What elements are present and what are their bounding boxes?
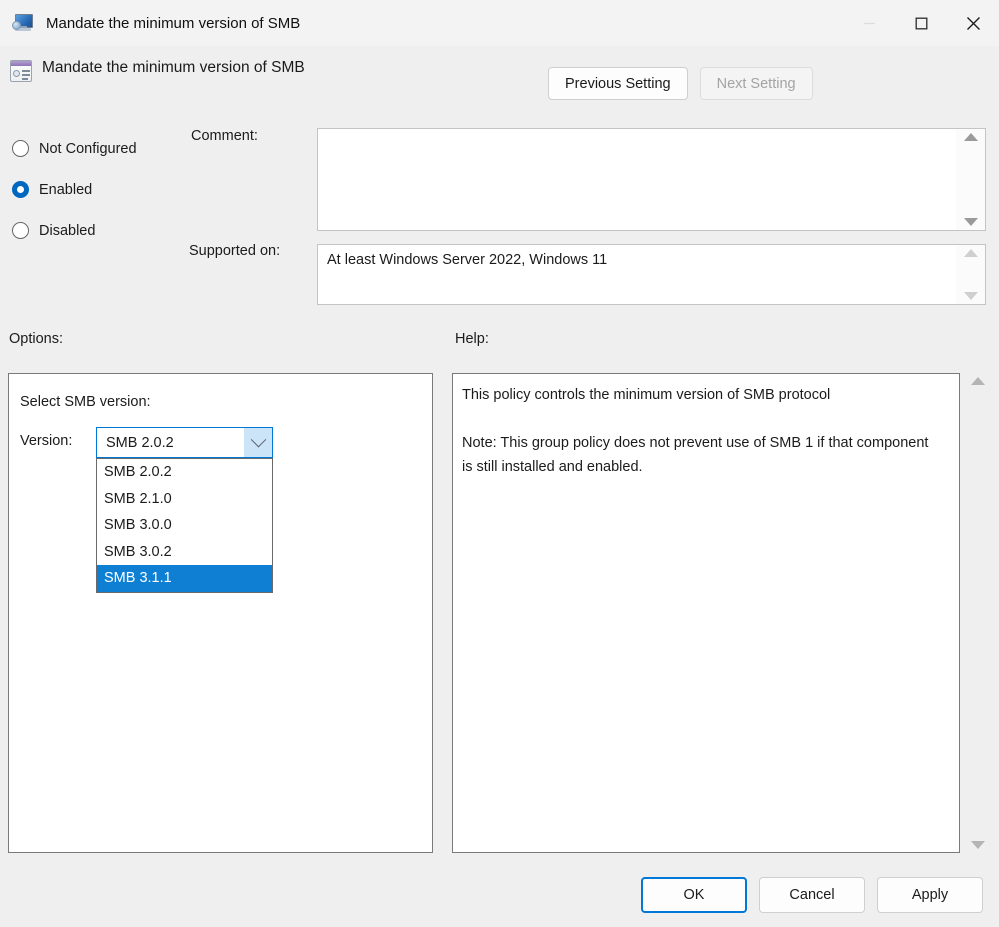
window-controls [843, 0, 999, 46]
radio-enabled[interactable]: Enabled [12, 169, 182, 210]
help-scrollbar[interactable] [963, 373, 993, 853]
setting-nav-buttons: Previous Setting Next Setting [548, 67, 813, 100]
dialog-footer-buttons: OK Cancel Apply [641, 877, 983, 913]
maximize-button[interactable] [895, 0, 947, 46]
previous-setting-button[interactable]: Previous Setting [548, 67, 688, 100]
help-paragraph: This policy controls the minimum version… [462, 383, 932, 407]
supported-on-textarea: At least Windows Server 2022, Windows 11 [317, 244, 969, 305]
help-section-label: Help: [455, 331, 489, 347]
minimize-button[interactable] [843, 0, 895, 46]
group-policy-setting-icon [10, 60, 32, 82]
radio-label: Not Configured [39, 141, 137, 157]
ok-button[interactable]: OK [641, 877, 747, 913]
radio-indicator-selected [12, 181, 29, 198]
list-item[interactable]: SMB 2.1.0 [97, 486, 272, 513]
window-monitor-icon [12, 12, 34, 34]
radio-label: Enabled [39, 182, 92, 198]
scroll-down-arrow-icon[interactable] [971, 841, 985, 849]
version-combobox-value: SMB 2.0.2 [97, 435, 244, 451]
comment-textarea[interactable] [317, 128, 969, 231]
scroll-up-arrow-icon[interactable] [964, 133, 978, 141]
list-item[interactable]: SMB 3.0.2 [97, 539, 272, 566]
chevron-down-icon[interactable] [244, 428, 272, 457]
cancel-button[interactable]: Cancel [759, 877, 865, 913]
version-label: Version: [20, 433, 72, 449]
comment-label: Comment: [191, 128, 258, 144]
comment-scrollbar[interactable] [956, 128, 986, 231]
radio-indicator [12, 140, 29, 157]
radio-label: Disabled [39, 223, 95, 239]
version-combobox-list[interactable]: SMB 2.0.2 SMB 2.1.0 SMB 3.0.0 SMB 3.0.2 … [96, 458, 273, 593]
list-item-highlighted[interactable]: SMB 3.1.1 [97, 565, 272, 592]
radio-not-configured[interactable]: Not Configured [12, 128, 182, 169]
scroll-down-arrow-icon[interactable] [964, 292, 978, 300]
scroll-up-arrow-icon[interactable] [964, 249, 978, 257]
options-heading: Select SMB version: [20, 394, 151, 410]
scroll-down-arrow-icon[interactable] [964, 218, 978, 226]
help-panel: This policy controls the minimum version… [452, 373, 960, 853]
apply-button[interactable]: Apply [877, 877, 983, 913]
options-section-label: Options: [9, 331, 63, 347]
window-title: Mandate the minimum version of SMB [46, 15, 300, 32]
help-paragraph: Note: This group policy does not prevent… [462, 431, 932, 479]
supported-on-scrollbar[interactable] [956, 244, 986, 305]
help-text: This policy controls the minimum version… [462, 383, 932, 479]
supported-on-value: At least Windows Server 2022, Windows 11 [327, 252, 607, 268]
list-item[interactable]: SMB 3.0.0 [97, 512, 272, 539]
scroll-up-arrow-icon[interactable] [971, 377, 985, 385]
list-item[interactable]: SMB 2.0.2 [97, 459, 272, 486]
policy-title: Mandate the minimum version of SMB [42, 59, 305, 77]
radio-indicator [12, 222, 29, 239]
title-bar: Mandate the minimum version of SMB [0, 0, 999, 46]
policy-state-radio-group: Not Configured Enabled Disabled [12, 128, 182, 251]
radio-disabled[interactable]: Disabled [12, 210, 182, 251]
options-panel: Select SMB version: Version: SMB 2.0.2 S… [8, 373, 433, 853]
version-combobox[interactable]: SMB 2.0.2 [96, 427, 273, 458]
close-button[interactable] [947, 0, 999, 46]
policy-header: Mandate the minimum version of SMB Previ… [0, 54, 999, 98]
supported-on-label: Supported on: [189, 243, 280, 259]
next-setting-button: Next Setting [700, 67, 813, 100]
